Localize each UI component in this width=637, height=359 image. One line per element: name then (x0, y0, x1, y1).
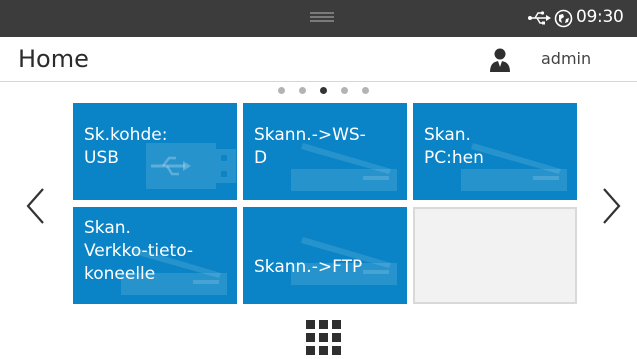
page-dot-active[interactable] (320, 87, 327, 94)
page-title: Home (18, 45, 89, 73)
user-icon[interactable] (487, 47, 513, 73)
chevron-right-icon[interactable] (598, 186, 624, 226)
page-dot[interactable] (341, 87, 348, 94)
usb-icon (528, 11, 551, 25)
tile-label: Skann.->WS- D (254, 125, 366, 168)
tile-empty (413, 207, 577, 304)
tile-scan-to-network-pc[interactable]: Skan. Verkko-tieto- koneelle (73, 207, 237, 304)
chevron-left-icon[interactable] (23, 186, 49, 226)
status-bar: 09:30 (0, 0, 637, 37)
tile-label: Skann.->FTP (254, 257, 363, 277)
apps-grid-icon[interactable] (306, 320, 342, 356)
tile-label: Skan. PC:hen (424, 125, 484, 168)
tile-label: Sk.kohde: USB (84, 125, 168, 168)
tile-scan-to-pc[interactable]: Skan. PC:hen (413, 103, 577, 200)
handle-icon[interactable] (310, 12, 334, 26)
tile-scan-to-ftp[interactable]: Skann.->FTP (243, 207, 407, 304)
tile-scan-to-wsd[interactable]: Skann.->WS- D (243, 103, 407, 200)
page-dot[interactable] (299, 87, 306, 94)
tile-scan-to-usb[interactable]: Sk.kohde: USB (73, 103, 237, 200)
page-dot[interactable] (278, 87, 285, 94)
tile-label: Skan. Verkko-tieto- koneelle (84, 218, 194, 284)
header-divider (0, 81, 637, 82)
page-dot[interactable] (362, 87, 369, 94)
globe-icon (554, 9, 573, 28)
username[interactable]: admin (541, 49, 591, 68)
clock: 09:30 (576, 7, 624, 27)
